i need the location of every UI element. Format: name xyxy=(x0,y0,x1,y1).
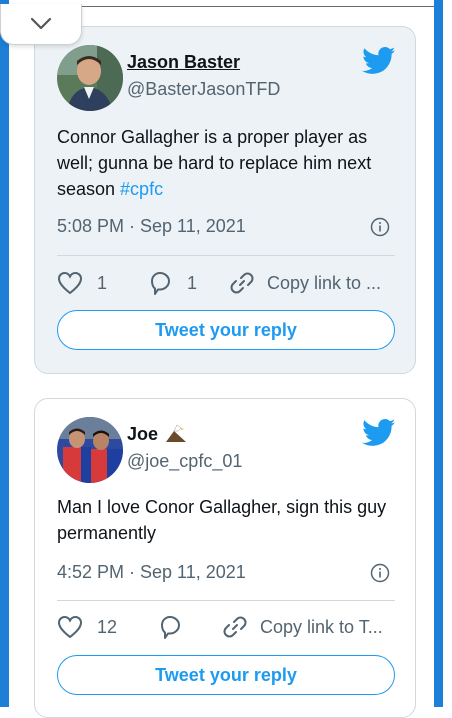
chevron-down-icon xyxy=(30,17,52,30)
tweet-your-reply-button[interactable]: Tweet your reply xyxy=(57,310,395,350)
tweet-text: Connor Gallagher is a proper player as w… xyxy=(57,127,372,199)
avatar[interactable] xyxy=(57,417,123,483)
reply-button[interactable]: 1 xyxy=(147,269,197,297)
copy-link-label: Copy link to T... xyxy=(260,616,383,637)
copy-link-label: Copy link to ... xyxy=(267,272,382,293)
user-handle[interactable]: @joe_cpfc_01 xyxy=(127,450,242,472)
display-name[interactable]: Joe xyxy=(127,423,187,445)
action-bar: 1 1 Copy link to ... xyxy=(57,269,397,297)
reply-bubble-icon xyxy=(161,616,180,639)
twitter-bird-icon[interactable] xyxy=(362,47,396,75)
like-count: 12 xyxy=(97,616,118,637)
reply-bubble-icon xyxy=(151,272,170,295)
divider xyxy=(57,255,395,256)
right-frame-edge xyxy=(434,0,443,707)
tweet-card[interactable]: Jason Baster @BasterJasonTFD Connor Gall… xyxy=(34,26,416,374)
timestamp[interactable]: 4:52 PM · Sep 11, 2021 xyxy=(57,561,246,583)
tweet-card[interactable]: Joe @joe_cpfc_01 Man I love Conor Gallag… xyxy=(34,398,416,718)
user-handle[interactable]: @BasterJasonTFD xyxy=(127,78,280,100)
info-icon[interactable] xyxy=(370,217,390,237)
tweet-text: Man I love Conor Gallagher, sign this gu… xyxy=(57,497,387,543)
heart-icon xyxy=(57,271,83,295)
tweet-your-reply-button[interactable]: Tweet your reply xyxy=(57,655,395,695)
link-icon xyxy=(230,272,254,294)
scroll-gutter xyxy=(443,0,452,707)
action-bar: 12 Copy link to T... xyxy=(57,613,397,641)
timestamp[interactable]: 5:08 PM · Sep 11, 2021 xyxy=(57,215,246,237)
eagle-emoji-icon xyxy=(166,424,187,442)
heart-icon xyxy=(57,615,83,639)
twitter-bird-icon[interactable] xyxy=(362,419,396,447)
like-button[interactable]: 12 xyxy=(57,613,117,641)
like-count: 1 xyxy=(97,272,108,293)
divider xyxy=(57,600,395,601)
hashtag-link[interactable]: #cpfc xyxy=(120,179,163,199)
reply-button[interactable] xyxy=(157,613,197,641)
info-icon[interactable] xyxy=(370,563,390,583)
copy-link-button[interactable]: Copy link to ... xyxy=(229,269,381,297)
display-name[interactable]: Jason Baster xyxy=(127,51,240,73)
link-icon xyxy=(223,616,247,638)
like-button[interactable]: 1 xyxy=(57,269,107,297)
left-frame-edge xyxy=(0,0,9,707)
avatar[interactable] xyxy=(57,45,123,111)
collapse-toggle[interactable] xyxy=(0,4,82,45)
reply-count: 1 xyxy=(187,272,198,293)
copy-link-button[interactable]: Copy link to T... xyxy=(222,613,383,641)
